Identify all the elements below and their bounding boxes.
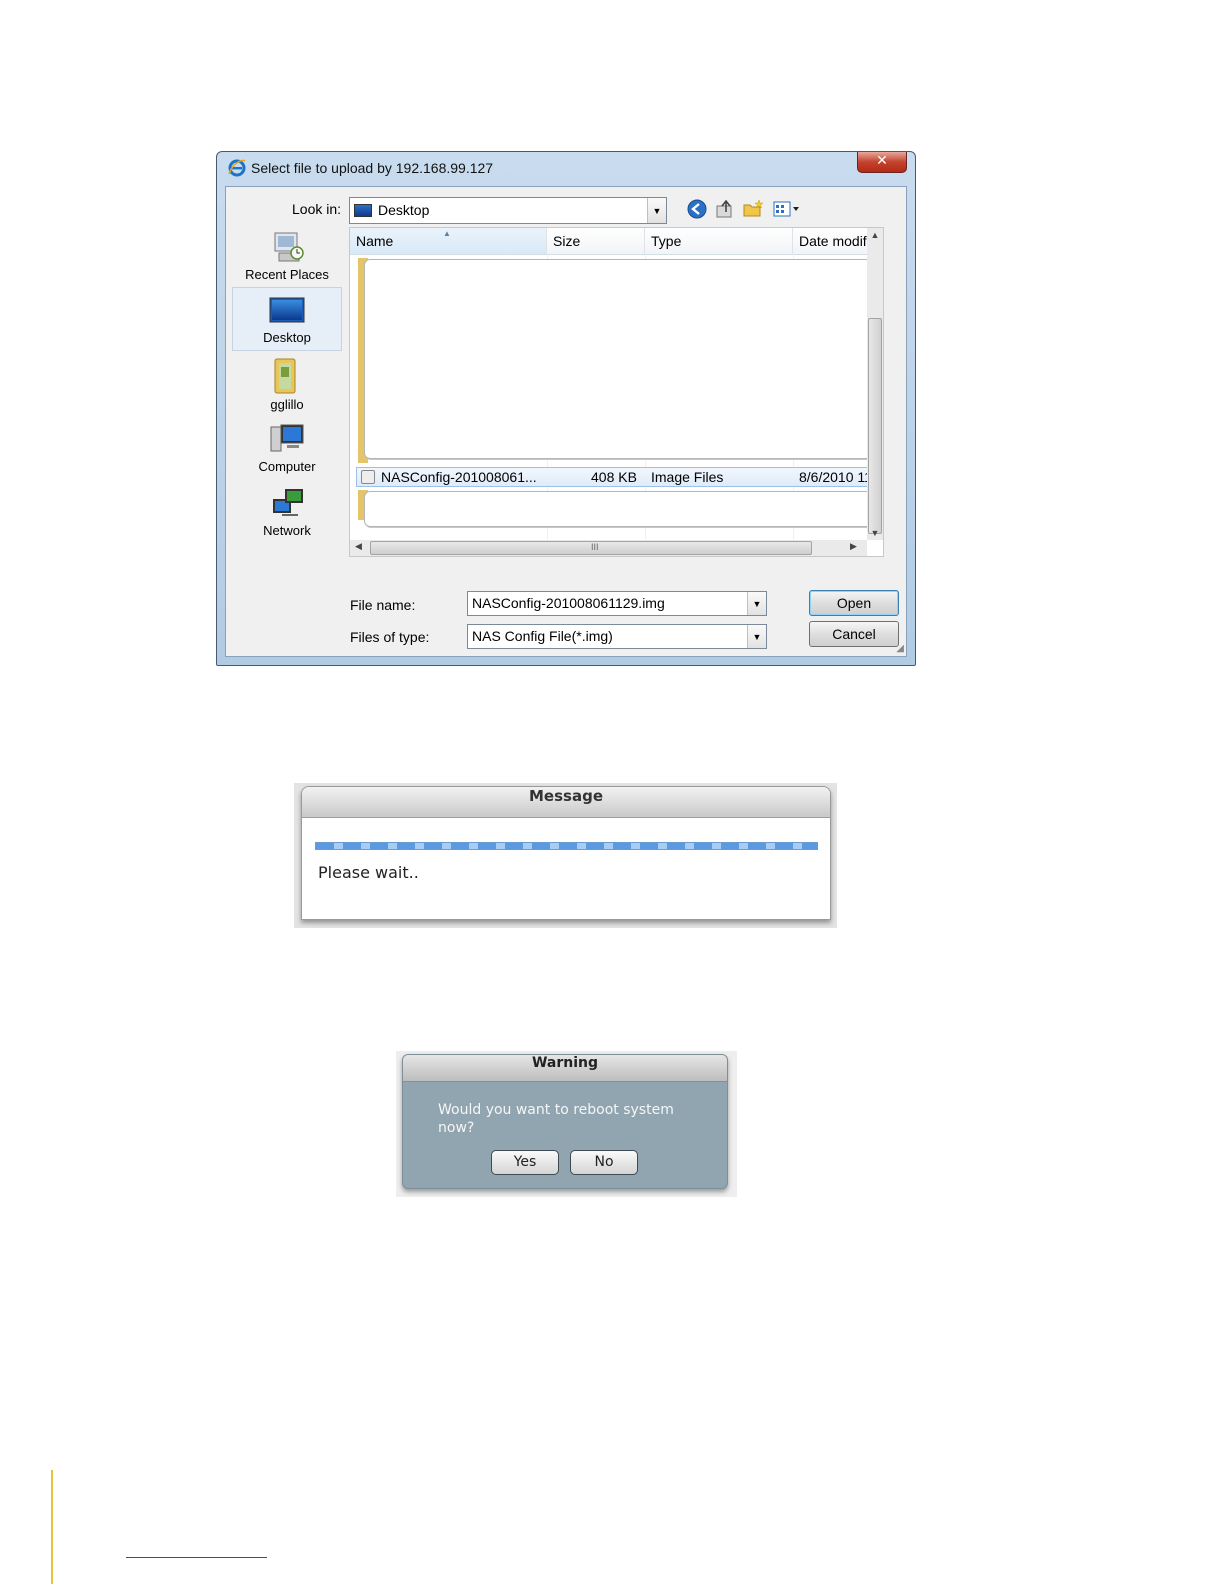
message-dialog-title: Message xyxy=(302,787,830,818)
place-label: Computer xyxy=(258,459,316,474)
place-computer[interactable]: Computer xyxy=(232,417,342,479)
place-gglillo[interactable]: gglillo xyxy=(232,353,342,415)
internet-explorer-icon xyxy=(228,159,246,177)
scroll-up-icon[interactable]: ▲ xyxy=(867,230,883,240)
column-headers: ▲ Name Size Type Date modifie xyxy=(350,228,878,255)
file-name-input[interactable]: NASConfig-201008061129.img ▼ xyxy=(467,591,767,616)
column-header-type[interactable]: Type xyxy=(645,228,793,254)
file-upload-dialog: Select file to upload by 192.168.99.127 … xyxy=(216,151,916,666)
message-dialog: Message Please wait.. xyxy=(301,786,831,920)
progress-bar xyxy=(315,842,818,850)
redacted-file-rows xyxy=(364,259,877,459)
file-type-value: NAS Config File(*.img) xyxy=(472,628,613,644)
look-in-dropdown[interactable]: Desktop ▼ xyxy=(349,197,667,224)
scroll-right-icon[interactable]: ▶ xyxy=(850,541,857,552)
place-label: gglillo xyxy=(270,397,304,412)
warning-dialog-backdrop: Warning Would you want to reboot system … xyxy=(396,1051,737,1197)
vertical-scroll-thumb[interactable] xyxy=(868,318,882,534)
cancel-button[interactable]: Cancel xyxy=(809,621,899,647)
file-name: NASConfig-201008061... xyxy=(381,469,537,485)
column-header-name[interactable]: ▲ Name xyxy=(350,228,547,254)
scroll-down-icon[interactable]: ▼ xyxy=(867,528,883,538)
page-side-rule xyxy=(51,1470,53,1584)
close-icon: ✕ xyxy=(876,153,888,169)
message-text: Please wait.. xyxy=(318,863,419,882)
selected-file-row[interactable]: NASConfig-201008061... 408 KB Image File… xyxy=(356,467,882,487)
place-label: Network xyxy=(263,523,311,538)
close-button[interactable]: ✕ xyxy=(857,152,907,173)
up-folder-icon[interactable] xyxy=(714,198,736,220)
place-label: Recent Places xyxy=(245,267,329,282)
scroll-left-icon[interactable]: ◀ xyxy=(355,541,362,552)
look-in-label: Look in: xyxy=(292,201,342,217)
back-icon[interactable] xyxy=(686,198,708,220)
chevron-down-icon[interactable]: ▼ xyxy=(747,625,766,648)
recent-places-icon xyxy=(274,232,304,262)
vertical-scrollbar[interactable]: ▲ ▼ xyxy=(867,228,883,540)
horizontal-scrollbar[interactable]: ◀ III ▶ xyxy=(350,540,867,556)
computer-icon xyxy=(270,424,304,452)
chevron-down-icon[interactable]: ▼ xyxy=(747,592,766,615)
yes-button[interactable]: Yes xyxy=(491,1150,559,1175)
warning-dialog-title: Warning xyxy=(403,1055,727,1082)
network-icon xyxy=(273,489,303,516)
desktop-icon xyxy=(354,204,372,217)
place-desktop[interactable]: Desktop xyxy=(232,287,342,351)
place-recent-places[interactable]: Recent Places xyxy=(232,225,342,287)
new-folder-icon[interactable] xyxy=(742,198,764,220)
views-menu-icon[interactable] xyxy=(772,198,804,220)
file-list[interactable]: ▲ Name Size Type Date modifie NASConfig-… xyxy=(349,227,884,557)
file-type-dropdown[interactable]: NAS Config File(*.img) ▼ xyxy=(467,624,767,649)
sort-ascending-icon: ▲ xyxy=(443,229,451,238)
file-type-label: Files of type: xyxy=(350,629,430,645)
horizontal-scroll-thumb[interactable]: III xyxy=(370,541,812,555)
scroll-grip: III xyxy=(591,542,599,552)
file-size: 408 KB xyxy=(591,469,637,485)
file-type: Image Files xyxy=(651,469,724,485)
warning-dialog: Warning Would you want to reboot system … xyxy=(402,1054,728,1189)
message-dialog-backdrop: Message Please wait.. xyxy=(294,783,837,928)
redacted-file-rows xyxy=(364,491,877,527)
place-label: Desktop xyxy=(263,330,311,345)
resize-grip-icon[interactable]: ◢ xyxy=(896,643,904,654)
no-button[interactable]: No xyxy=(570,1150,638,1175)
file-name-label: File name: xyxy=(350,597,416,613)
chevron-down-icon[interactable]: ▼ xyxy=(647,198,666,223)
dialog-body: Look in: Desktop ▼ Recent Places Desktop… xyxy=(225,186,907,657)
place-network[interactable]: Network xyxy=(232,481,342,543)
open-button[interactable]: Open xyxy=(809,590,899,616)
column-header-size[interactable]: Size xyxy=(547,228,645,254)
page-footer-rule xyxy=(126,1557,267,1558)
warning-text: Would you want to reboot system now? xyxy=(438,1102,674,1136)
user-folder-icon xyxy=(274,358,296,394)
places-bar: Recent Places Desktop gglillo Computer N… xyxy=(232,225,342,545)
image-file-icon xyxy=(361,470,375,484)
dialog-title: Select file to upload by 192.168.99.127 xyxy=(251,160,494,176)
look-in-value: Desktop xyxy=(378,202,430,218)
file-name-value: NASConfig-201008061129.img xyxy=(472,595,665,611)
dialog-title-bar[interactable]: Select file to upload by 192.168.99.127 … xyxy=(217,152,915,184)
desktop-icon xyxy=(269,297,305,323)
